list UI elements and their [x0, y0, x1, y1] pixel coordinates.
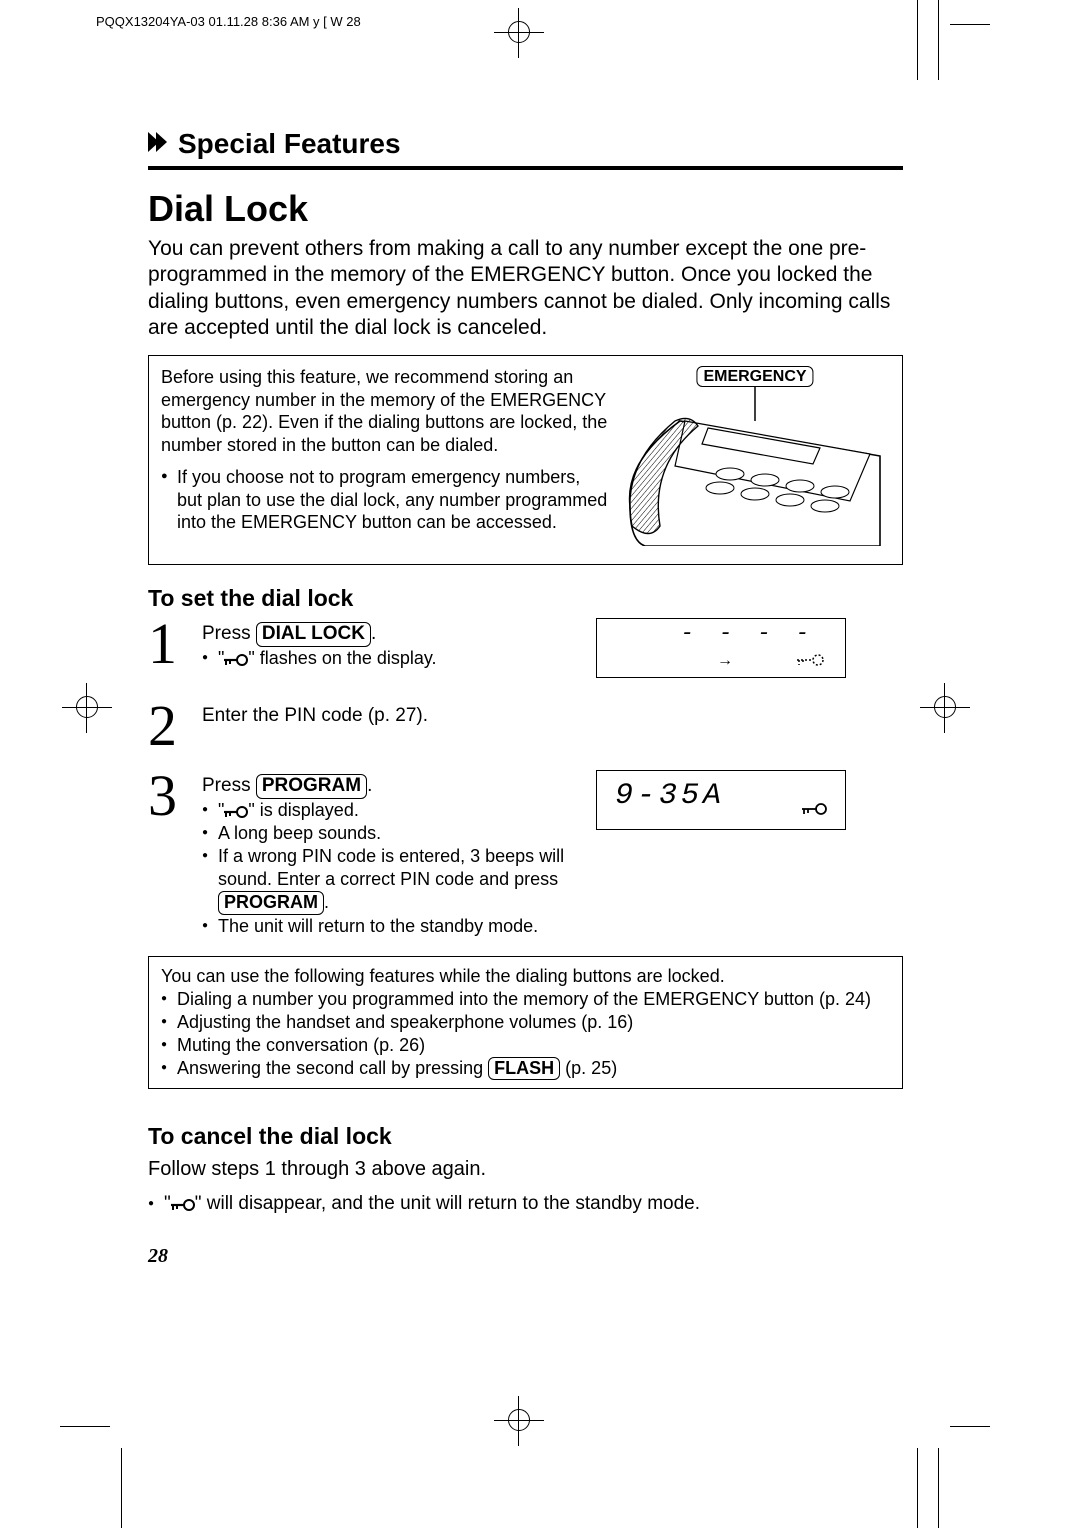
lcd-display-1: - - - - →	[596, 618, 846, 678]
crop-bottom-left-h	[60, 1426, 110, 1427]
step-3-sub3-period: .	[324, 892, 329, 912]
step-2-instruction: Enter the PIN code (p. 27).	[202, 704, 903, 728]
page-content: Special Features Dial Lock You can preve…	[148, 128, 903, 1268]
section-arrow-icon	[148, 132, 170, 156]
lcd-display-2: 9-35A	[596, 770, 846, 830]
locked-features-note: You can use the following features while…	[148, 956, 903, 1090]
crop-bottom-right-v2	[938, 1448, 939, 1528]
key-icon	[224, 805, 248, 819]
step-3-instruction: Press PROGRAM.	[202, 774, 582, 799]
cancel-instruction: Follow steps 1 through 3 above again.	[148, 1158, 903, 1181]
step-3-press: Press	[202, 775, 256, 796]
note-3: Muting the conversation (p. 26)	[161, 1034, 890, 1057]
emergency-button-label: EMERGENCY	[696, 366, 813, 387]
phone-icon	[620, 366, 890, 546]
crop-bottom-right-h	[950, 1426, 990, 1427]
dial-lock-button-label: DIAL LOCK	[256, 622, 371, 647]
crop-bottom-right-v	[917, 1448, 918, 1528]
step-3: 3 Press PROGRAM. "" is displayed. A long…	[148, 770, 903, 938]
crop-reg-bottom-circle	[508, 1409, 530, 1431]
crop-reg-left-circle	[76, 696, 98, 718]
step-3-sub1-text: " is displayed.	[248, 800, 358, 820]
print-slug: PQQX13204YA-03 01.11.28 8:36 AM y [ W 28	[96, 14, 361, 29]
display1-arrow-icon: →	[717, 652, 733, 670]
cancel-dial-lock-heading: To cancel the dial lock	[148, 1123, 903, 1150]
crop-reg-right-circle	[934, 696, 956, 718]
step-3-period: .	[367, 775, 372, 796]
cancel-bullet-q1: "	[164, 1193, 171, 1214]
step-3-sub3-text: If a wrong PIN code is entered, 3 beeps …	[218, 846, 564, 889]
note-1: Dialing a number you programmed into the…	[161, 988, 890, 1011]
recommendation-bullet: If you choose not to program emergency n…	[161, 466, 610, 534]
step-3-sub1: "" is displayed.	[202, 799, 582, 822]
note-4-ref: (p. 25)	[560, 1058, 617, 1078]
step-3-number: 3	[148, 770, 188, 822]
display1-dashes: - - - -	[681, 621, 815, 646]
note-2: Adjusting the handset and speakerphone v…	[161, 1011, 890, 1034]
step-1-sub: "" flashes on the display.	[202, 647, 582, 670]
key-icon	[224, 653, 248, 667]
phone-illustration: EMERGENCY	[620, 366, 890, 550]
recommendation-box: Before using this feature, we recommend …	[148, 355, 903, 565]
crop-bottom-left-v	[121, 1448, 122, 1528]
cancel-bullet-text: " will disappear, and the unit will retu…	[195, 1193, 700, 1214]
step-2: 2 Enter the PIN code (p. 27).	[148, 700, 903, 752]
program-button-label: PROGRAM	[256, 774, 367, 799]
intro-paragraph: You can prevent others from making a cal…	[148, 236, 903, 341]
note-4: Answering the second call by pressing FL…	[161, 1057, 890, 1081]
step-1-instruction: Press DIAL LOCK.	[202, 622, 582, 647]
crop-top-right-h	[950, 24, 990, 25]
step-1-sub-text: " flashes on the display.	[248, 648, 436, 668]
note-lead: You can use the following features while…	[161, 965, 890, 988]
set-dial-lock-heading: To set the dial lock	[148, 585, 903, 612]
step-1-press: Press	[202, 623, 256, 644]
crop-top-right-v2	[938, 0, 939, 80]
section-header: Special Features	[148, 128, 903, 160]
page-title: Dial Lock	[148, 188, 903, 230]
step-3-sub2: A long beep sounds.	[202, 822, 582, 845]
section-title: Special Features	[178, 128, 401, 160]
crop-reg-top-circle	[508, 21, 530, 43]
flash-button-label: FLASH	[488, 1057, 560, 1081]
recommendation-text: Before using this feature, we recommend …	[161, 366, 610, 456]
step-1-number: 1	[148, 618, 188, 670]
step-2-number: 2	[148, 700, 188, 752]
display1-key-icon	[795, 652, 823, 671]
section-rule	[148, 166, 903, 170]
step-1-period: .	[371, 623, 376, 644]
crop-top-right-v	[917, 0, 918, 80]
key-icon	[171, 1198, 195, 1212]
page-number: 28	[148, 1245, 903, 1268]
step-3-sub3: If a wrong PIN code is entered, 3 beeps …	[202, 845, 582, 915]
display2-number: 9-35A	[615, 779, 725, 813]
cancel-bullet: " " will disappear, and the unit will ret…	[148, 1193, 903, 1215]
step-1: 1 Press DIAL LOCK. "" flashes on the dis…	[148, 618, 903, 686]
display2-key-icon	[801, 802, 827, 821]
program-button-label-2: PROGRAM	[218, 891, 324, 915]
note-4-text: Answering the second call by pressing	[177, 1058, 488, 1078]
step-3-sub4: The unit will return to the standby mode…	[202, 915, 582, 938]
